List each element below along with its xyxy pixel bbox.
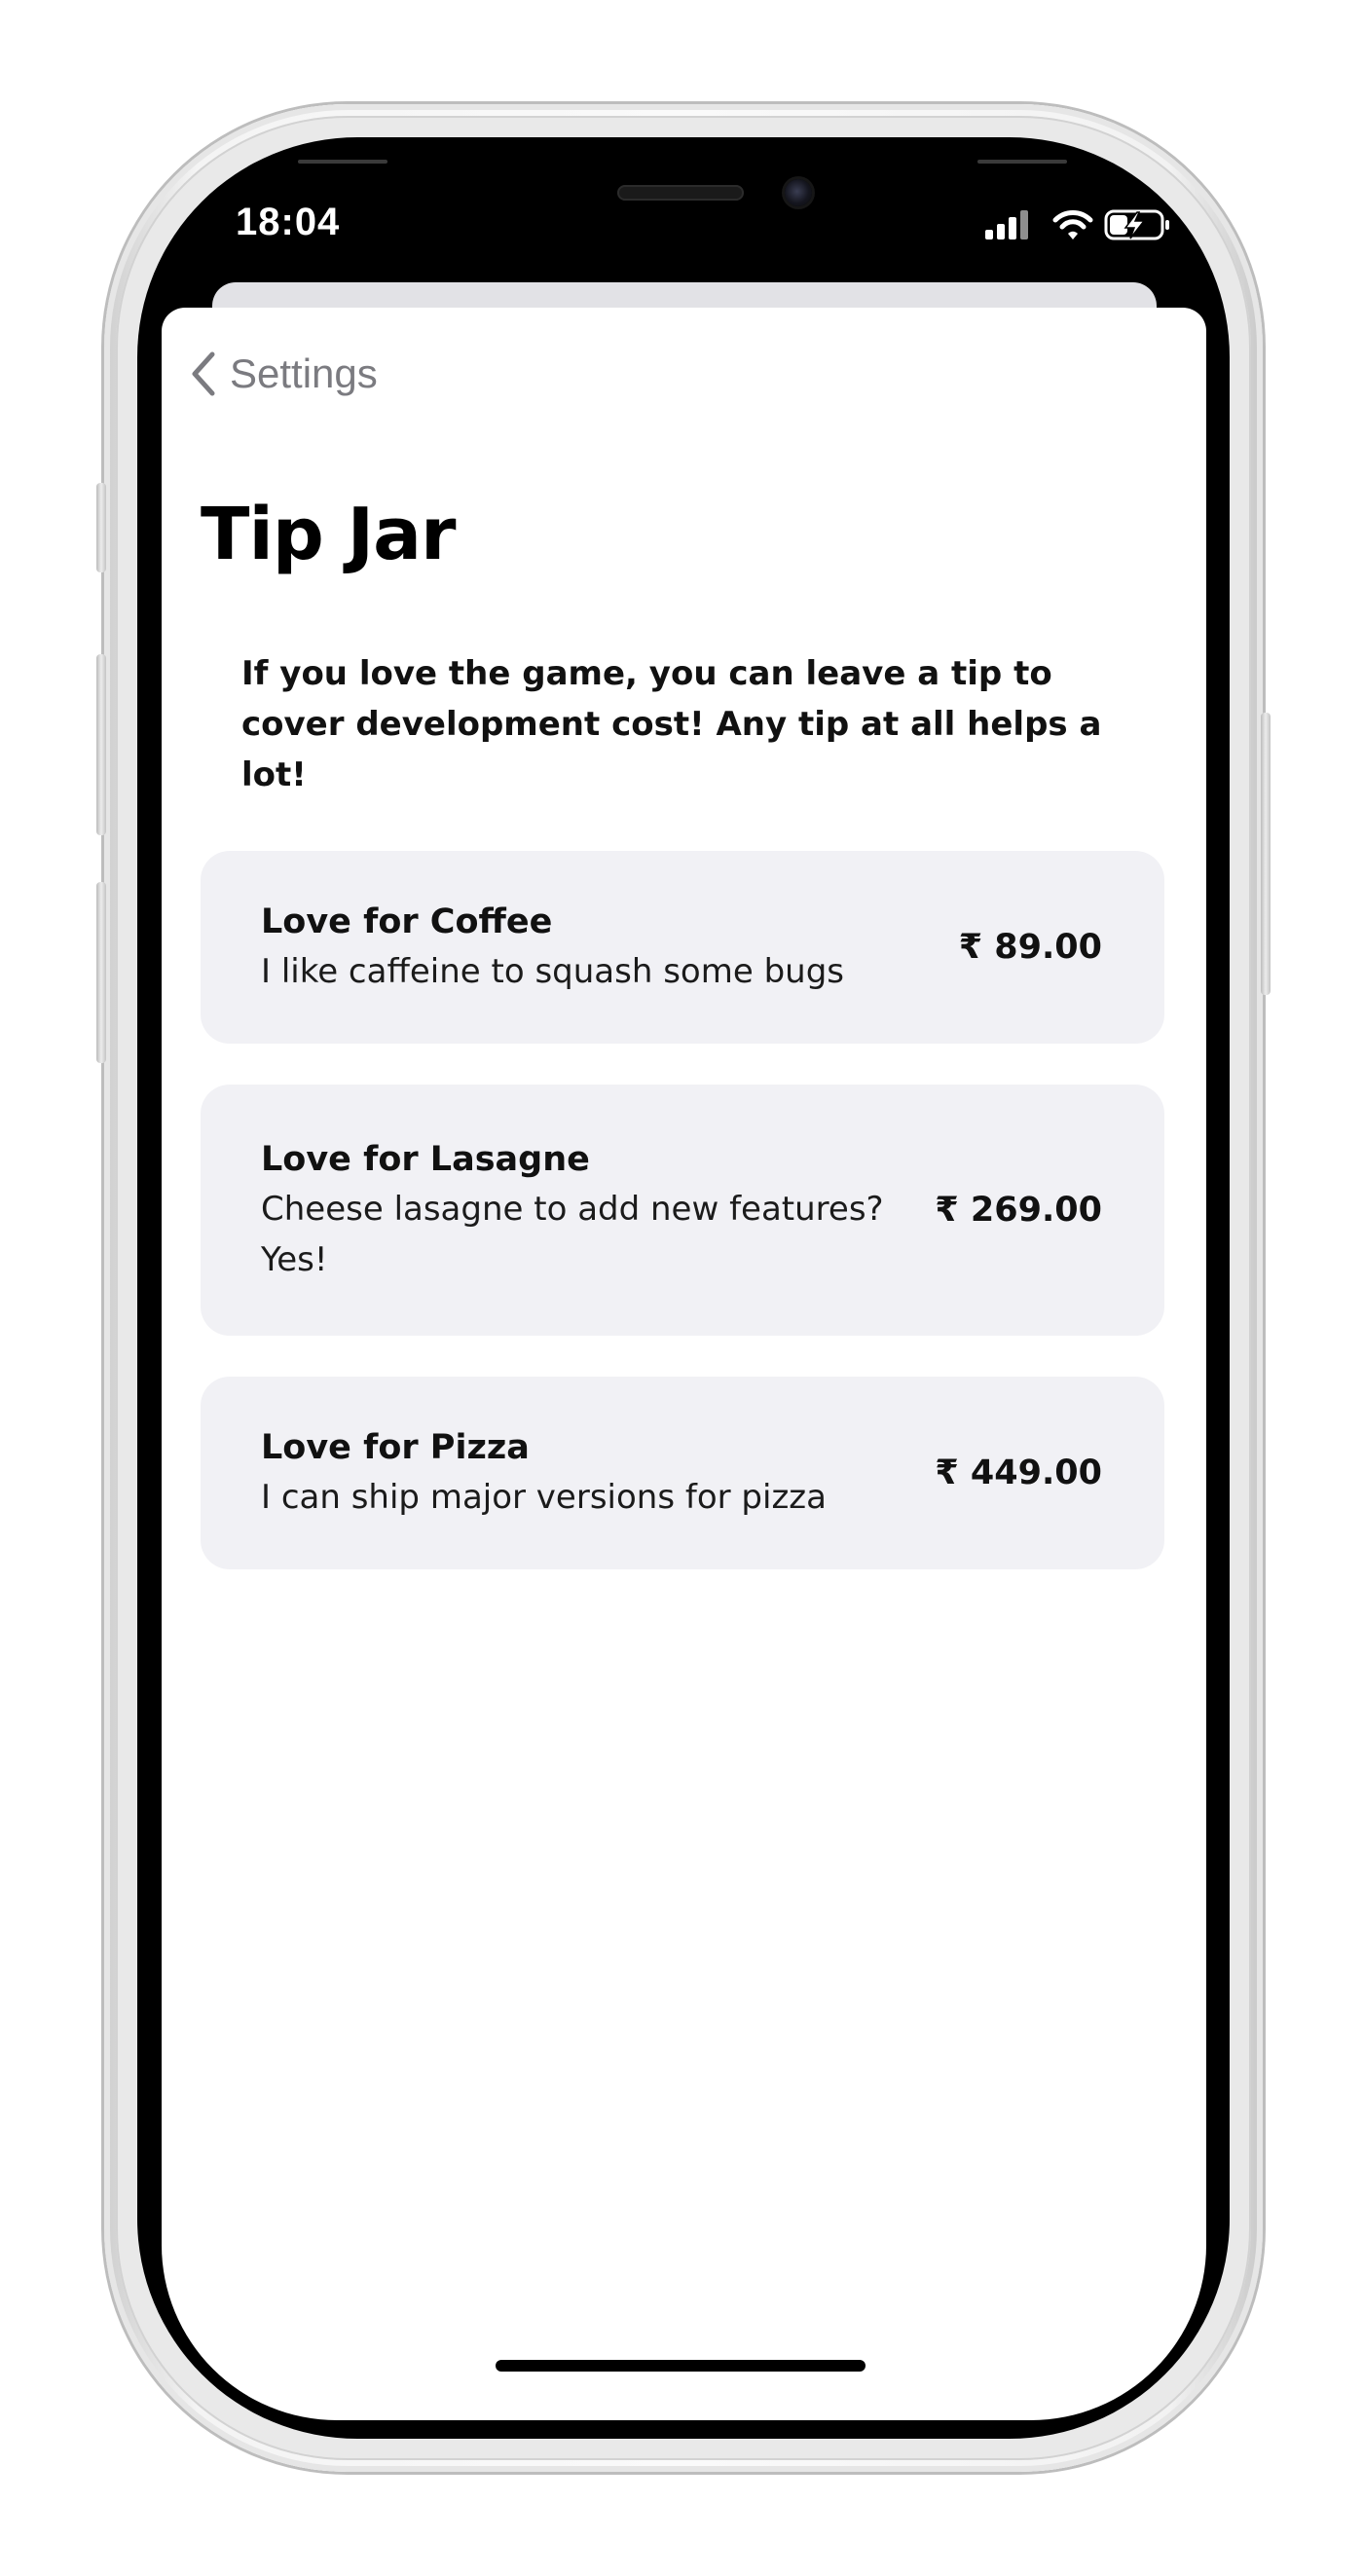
antenna-line	[298, 160, 387, 164]
tip-list: Love for Coffee I like caffeine to squas…	[201, 851, 1164, 1610]
power-button	[1261, 713, 1271, 995]
antenna-line	[977, 160, 1067, 164]
cellular-signal-icon	[985, 210, 1028, 239]
tip-option-coffee[interactable]: Love for Coffee I like caffeine to squas…	[201, 851, 1164, 1044]
tip-price: ₹ 89.00	[958, 928, 1102, 967]
earpiece-speaker	[617, 185, 744, 201]
status-icons-svg	[985, 209, 1169, 240]
battery-charging-icon	[1104, 209, 1169, 240]
intro-text: If you love the game, you can leave a ti…	[241, 654, 1102, 794]
back-button-label: Settings	[230, 350, 378, 396]
volume-up-button	[96, 654, 106, 835]
tip-text: Love for Pizza I can ship major versions…	[261, 1423, 917, 1523]
tip-description: Cheese lasagne to add new features? Yes!	[261, 1190, 884, 1279]
tip-description: I like caffeine to squash some bugs	[261, 952, 845, 991]
tip-text: Love for Coffee I like caffeine to squas…	[261, 898, 941, 997]
silent-switch	[96, 483, 106, 572]
app-screen: Settings Tip Jar If you love the game, y…	[162, 308, 1206, 2420]
tip-option-lasagne[interactable]: Love for Lasagne Cheese lasagne to add n…	[201, 1085, 1164, 1336]
status-time: 18:04	[236, 201, 341, 243]
wifi-icon	[1052, 210, 1093, 239]
volume-down-button	[96, 882, 106, 1063]
home-indicator[interactable]	[496, 2360, 866, 2372]
status-icons	[985, 206, 1170, 241]
tip-name: Love for Lasagne	[261, 1140, 590, 1179]
tip-description: I can ship major versions for pizza	[261, 1478, 827, 1517]
page-title: Tip Jar	[201, 493, 457, 576]
tip-text: Love for Lasagne Cheese lasagne to add n…	[261, 1135, 917, 1285]
tip-price: ₹ 269.00	[935, 1191, 1102, 1230]
tip-price: ₹ 449.00	[935, 1454, 1102, 1492]
front-camera	[785, 179, 812, 206]
back-button[interactable]: Settings	[189, 350, 378, 397]
tip-name: Love for Coffee	[261, 902, 553, 941]
tip-option-pizza[interactable]: Love for Pizza I can ship major versions…	[201, 1377, 1164, 1569]
chevron-left-icon	[192, 351, 215, 396]
tip-name: Love for Pizza	[261, 1428, 530, 1467]
